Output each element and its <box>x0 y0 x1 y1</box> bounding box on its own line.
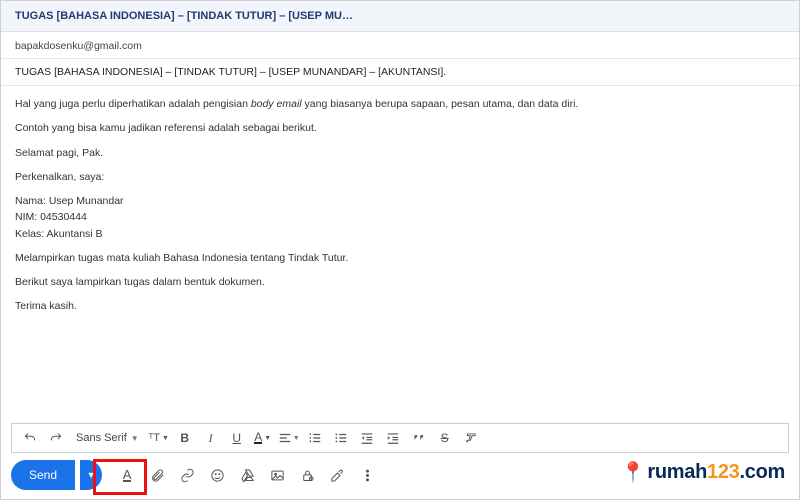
to-field[interactable]: bapakdosenku@gmail.com <box>1 32 799 59</box>
body-paragraph: Nama: Usep Munandar <box>15 193 785 209</box>
insert-link-button[interactable] <box>174 462 200 488</box>
confidential-mode-button[interactable] <box>294 462 320 488</box>
font-size-button[interactable]: ᵀT▼ <box>147 426 171 450</box>
remove-format-button[interactable] <box>459 426 483 450</box>
indent-more-button[interactable] <box>381 426 405 450</box>
body-paragraph: Contoh yang bisa kamu jadikan referensi … <box>15 120 785 136</box>
chevron-down-icon: ▼ <box>131 434 139 443</box>
send-options-button[interactable]: ▼ <box>80 460 102 490</box>
body-paragraph: NIM: 04530444 <box>15 209 785 225</box>
underline-button[interactable]: U <box>225 426 249 450</box>
insert-photo-button[interactable] <box>264 462 290 488</box>
undo-button[interactable] <box>18 426 42 450</box>
email-body[interactable]: Hal yang juga perlu diperhatikan adalah … <box>1 86 799 333</box>
body-paragraph: Selamat pagi, Pak. <box>15 145 785 161</box>
send-button[interactable]: Send <box>11 460 75 490</box>
body-paragraph: Kelas: Akuntansi B <box>15 226 785 242</box>
window-title: TUGAS [BAHASA INDONESIA] – [TINDAK TUTUR… <box>1 1 799 32</box>
body-paragraph: Terima kasih. <box>15 298 785 314</box>
format-toggle-button[interactable]: A <box>114 462 140 488</box>
align-button[interactable]: ▼ <box>277 426 301 450</box>
body-paragraph: Melampirkan tugas mata kuliah Bahasa Ind… <box>15 250 785 266</box>
more-options-button[interactable] <box>354 462 380 488</box>
indent-less-button[interactable] <box>355 426 379 450</box>
pin-icon: 📍 <box>621 460 646 485</box>
watermark-logo: 📍 rumah123.com <box>621 460 785 485</box>
body-paragraph: Berikut saya lampirkan tugas dalam bentu… <box>15 274 785 290</box>
bullet-list-button[interactable] <box>329 426 353 450</box>
insert-signature-button[interactable] <box>324 462 350 488</box>
format-toolbar: Sans Serif▼ ᵀT▼ B I U A▼ ▼ S <box>11 423 789 453</box>
attach-file-button[interactable] <box>144 462 170 488</box>
italic-button[interactable]: I <box>199 426 223 450</box>
insert-emoji-button[interactable] <box>204 462 230 488</box>
strikethrough-button[interactable]: S <box>433 426 457 450</box>
font-family-select[interactable]: Sans Serif▼ <box>70 432 145 444</box>
subject-field[interactable]: TUGAS [BAHASA INDONESIA] – [TINDAK TUTUR… <box>1 59 799 86</box>
numbered-list-button[interactable] <box>303 426 327 450</box>
redo-button[interactable] <box>44 426 68 450</box>
insert-drive-button[interactable] <box>234 462 260 488</box>
body-paragraph: Hal yang juga perlu diperhatikan adalah … <box>15 96 785 112</box>
bold-button[interactable]: B <box>173 426 197 450</box>
quote-button[interactable] <box>407 426 431 450</box>
text-color-button[interactable]: A▼ <box>251 426 275 450</box>
body-paragraph: Perkenalkan, saya: <box>15 169 785 185</box>
